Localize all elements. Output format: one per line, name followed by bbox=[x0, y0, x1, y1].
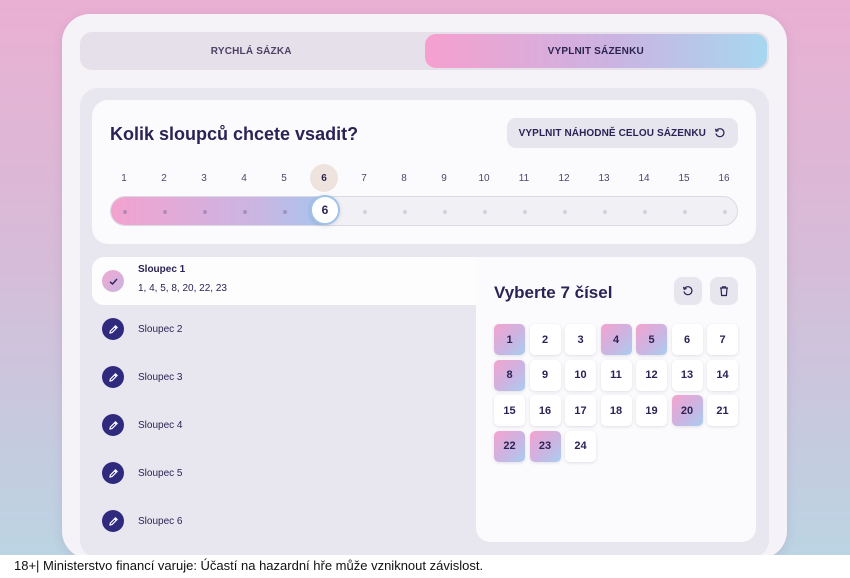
column-list: Sloupec 1 1, 4, 5, 8, 20, 22, 23 Sloupec 2… bbox=[92, 257, 476, 545]
column-count-label-11[interactable]: 11 bbox=[510, 164, 538, 192]
column-count-label-2[interactable]: 2 bbox=[150, 164, 178, 192]
column-item[interactable]: Sloupec 5 bbox=[92, 449, 476, 497]
column-name: Sloupec 6 bbox=[138, 515, 183, 527]
slider-dot bbox=[643, 210, 647, 214]
slider-thumb-value: 6 bbox=[321, 203, 329, 217]
column-item[interactable]: Sloupec 3 bbox=[92, 353, 476, 401]
number-cell[interactable]: 13 bbox=[671, 359, 703, 391]
number-grid: 1 2 3 4 5 6 7 8 9 10 11 12 13 14 15 16 17 18 19 20 21 22 23 24 bbox=[494, 324, 739, 462]
slider-dot bbox=[723, 210, 727, 214]
columns-question-title: Kolik sloupců chcete vsadit? bbox=[110, 124, 359, 144]
slider-dot bbox=[483, 210, 487, 214]
tab-quick-bet[interactable]: RYCHLÁ SÁZKA bbox=[80, 32, 423, 70]
number-cell[interactable]: 20 bbox=[671, 395, 703, 426]
picker-title: Vyberte 7 čísel bbox=[494, 283, 613, 302]
number-cell[interactable]: 4 bbox=[600, 324, 632, 355]
slider-dot bbox=[123, 210, 127, 214]
number-cell[interactable]: 21 bbox=[707, 395, 738, 426]
column-count-label-12[interactable]: 12 bbox=[550, 164, 578, 192]
slider-dot bbox=[683, 210, 687, 214]
column-name: Sloupec 2 bbox=[138, 323, 183, 335]
column-numbers: 1, 4, 5, 8, 20, 22, 23 bbox=[138, 283, 227, 294]
column-count-label-8[interactable]: 8 bbox=[390, 164, 418, 192]
slider-dot bbox=[363, 210, 367, 214]
number-cell[interactable]: 2 bbox=[529, 324, 561, 355]
number-cell[interactable]: 18 bbox=[600, 395, 632, 426]
number-cell[interactable]: 11 bbox=[600, 359, 632, 391]
tab-fill-ticket[interactable]: VYPLNIT SÁZENKU bbox=[424, 34, 767, 68]
reset-button[interactable] bbox=[674, 277, 702, 305]
check-icon bbox=[102, 270, 124, 292]
number-cell[interactable]: 9 bbox=[529, 359, 561, 391]
slider-dot bbox=[163, 210, 167, 214]
reset-icon bbox=[714, 128, 725, 138]
number-picker: Vyberte 7 čísel 1 2 3 4 5 6 7 8 9 10 11 12 13 14 15 16 1… bbox=[476, 257, 756, 542]
column-item[interactable]: Sloupec 2 bbox=[92, 305, 476, 353]
column-item[interactable]: Sloupec 1 1, 4, 5, 8, 20, 22, 23 bbox=[92, 257, 476, 305]
column-item[interactable]: Sloupec 6 bbox=[92, 497, 476, 545]
number-cell[interactable]: 23 bbox=[529, 430, 561, 462]
number-cell[interactable]: 22 bbox=[494, 430, 525, 462]
slider-dot bbox=[523, 210, 527, 214]
column-count-label-5[interactable]: 5 bbox=[270, 164, 298, 192]
number-cell[interactable]: 5 bbox=[636, 324, 667, 355]
number-cell[interactable]: 1 bbox=[494, 324, 525, 355]
slider-dot bbox=[243, 210, 247, 214]
number-cell[interactable]: 14 bbox=[707, 359, 738, 391]
number-cell[interactable]: 3 bbox=[565, 324, 596, 355]
slider-dot bbox=[203, 210, 207, 214]
column-name: Sloupec 3 bbox=[138, 371, 183, 383]
pencil-icon bbox=[102, 414, 124, 436]
number-cell[interactable]: 15 bbox=[494, 395, 525, 426]
number-cell[interactable]: 19 bbox=[636, 395, 667, 426]
column-count-label-4[interactable]: 4 bbox=[230, 164, 258, 192]
column-count-label-3[interactable]: 3 bbox=[190, 164, 218, 192]
number-cell[interactable]: 16 bbox=[529, 395, 561, 426]
column-count-label-1[interactable]: 1 bbox=[110, 164, 138, 192]
column-item[interactable]: Sloupec 4 bbox=[92, 401, 476, 449]
columns-count-box: Kolik sloupců chcete vsadit? VYPLNIT NÁH… bbox=[92, 100, 756, 244]
column-count-label-14[interactable]: 14 bbox=[630, 164, 658, 192]
column-count-label-6[interactable]: 6 bbox=[310, 164, 338, 192]
number-cell[interactable]: 24 bbox=[565, 430, 596, 462]
column-count-labels: 1 2 3 4 5 6 7 8 9 10 11 12 13 14 15 16 bbox=[110, 164, 738, 192]
column-count-label-13[interactable]: 13 bbox=[590, 164, 618, 192]
slider-dot bbox=[443, 210, 447, 214]
column-count-label-15[interactable]: 15 bbox=[670, 164, 698, 192]
number-cell[interactable]: 6 bbox=[671, 324, 703, 355]
slider-fill bbox=[111, 197, 325, 225]
pencil-icon bbox=[102, 318, 124, 340]
bet-tabs: RYCHLÁ SÁZKA VYPLNIT SÁZENKU bbox=[80, 32, 769, 70]
gambling-warning: 18+| Ministerstvo financí varuje: Účastí… bbox=[0, 555, 850, 578]
column-name: Sloupec 5 bbox=[138, 467, 183, 479]
pencil-icon bbox=[102, 366, 124, 388]
betting-card: RYCHLÁ SÁZKA VYPLNIT SÁZENKU Kolik sloup… bbox=[62, 14, 787, 559]
number-cell[interactable]: 10 bbox=[565, 359, 596, 391]
number-cell[interactable]: 12 bbox=[636, 359, 667, 391]
number-cell[interactable]: 17 bbox=[565, 395, 596, 426]
random-fill-button[interactable]: VYPLNIT NÁHODNĚ CELOU SÁZENKU bbox=[506, 118, 738, 148]
column-name: Sloupec 1 bbox=[138, 264, 186, 275]
column-count-label-7[interactable]: 7 bbox=[350, 164, 378, 192]
column-count-label-10[interactable]: 10 bbox=[470, 164, 498, 192]
column-count-label-16[interactable]: 16 bbox=[710, 164, 738, 192]
number-cell[interactable]: 7 bbox=[707, 324, 738, 355]
slider-dot bbox=[283, 210, 287, 214]
pencil-icon bbox=[102, 510, 124, 532]
slider-dot bbox=[563, 210, 567, 214]
slider-thumb[interactable]: 6 bbox=[310, 195, 340, 225]
column-name: Sloupec 4 bbox=[138, 419, 183, 431]
delete-button[interactable] bbox=[710, 277, 738, 305]
column-count-label-9[interactable]: 9 bbox=[430, 164, 458, 192]
slider-dot bbox=[603, 210, 607, 214]
column-count-slider[interactable]: 6 bbox=[110, 195, 738, 226]
trash-icon bbox=[720, 286, 728, 297]
slider-dot bbox=[403, 210, 407, 214]
number-cell[interactable]: 8 bbox=[494, 359, 525, 391]
pencil-icon bbox=[102, 462, 124, 484]
ticket-panel: Kolik sloupců chcete vsadit? VYPLNIT NÁH… bbox=[80, 88, 769, 558]
random-fill-label: VYPLNIT NÁHODNĚ CELOU SÁZENKU bbox=[518, 127, 706, 139]
reset-icon bbox=[682, 286, 693, 296]
